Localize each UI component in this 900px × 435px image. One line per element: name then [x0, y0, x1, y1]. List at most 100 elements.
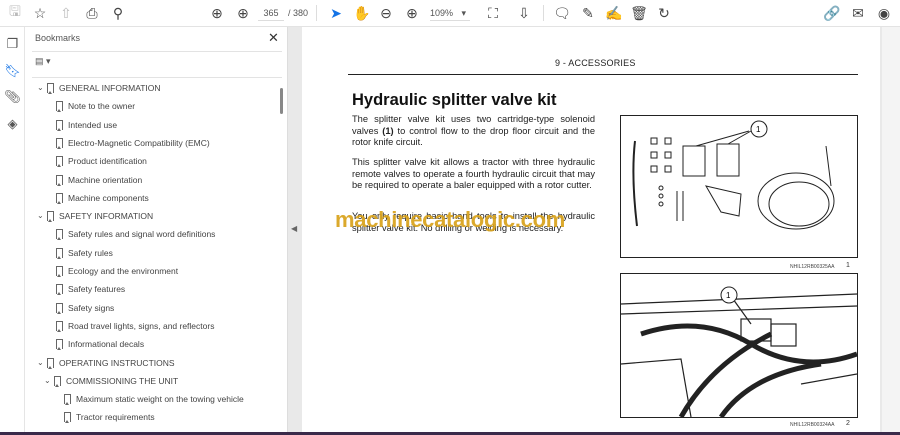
bookmark-icon: [56, 284, 63, 296]
bookmark-label: SAFETY INFORMATION: [59, 211, 154, 222]
bookmark-icon: [56, 320, 63, 332]
bookmark-label: COMMISSIONING THE UNIT: [66, 375, 179, 386]
toolbar: 🖫 ☆ ⇧ ⎙ ⚲ ⊕ ⊕ 365 / 380 ➤ ✋ ⊖ ⊕ 109% ▾ ⛶…: [0, 0, 900, 27]
sign-icon[interactable]: ✍: [604, 4, 624, 22]
chevron-down-icon[interactable]: ⌄: [37, 80, 44, 96]
divider: [32, 51, 282, 52]
bookmark-label: Safety features: [68, 284, 126, 295]
bookmark-label: GENERAL INFORMATION: [59, 83, 161, 93]
bookmark-icon: [47, 357, 54, 369]
document-scrollbar[interactable]: [882, 27, 900, 432]
callout-label: 1: [756, 125, 761, 134]
bookmark-label: Product identification: [68, 156, 147, 167]
bookmark-icon: [56, 137, 63, 149]
panel-title: Bookmarks: [35, 33, 81, 43]
divider: [32, 77, 282, 78]
share-link-icon[interactable]: 🔗: [822, 4, 842, 22]
figure-code: NHIL12RB00325AA: [790, 264, 835, 270]
bookmark-label: Electro-Magnetic Compatibility (EMC): [68, 137, 210, 148]
section-header: 9 - ACCESSORIES: [555, 58, 636, 68]
rotate-icon[interactable]: ↻: [654, 4, 674, 22]
scroll-mode-icon[interactable]: ⇩: [514, 4, 534, 22]
figure-2: 1: [620, 273, 858, 419]
bookmark-icon[interactable]: 🔖︎: [4, 63, 21, 80]
bookmark-icon: [56, 101, 63, 113]
account-icon[interactable]: ◉: [874, 4, 894, 22]
callout-ref: (1): [382, 125, 394, 136]
email-icon[interactable]: ✉: [848, 4, 868, 22]
close-icon[interactable]: ✕: [268, 30, 279, 46]
divider: [543, 5, 544, 21]
save-icon[interactable]: 🖫: [5, 3, 25, 22]
valve-kit-illustration: 1: [632, 120, 835, 230]
paragraph-2: This splitter valve kit allows a tractor…: [352, 157, 595, 190]
attachment-icon[interactable]: 📎︎: [4, 89, 21, 106]
bookmark-options-button[interactable]: ▤ ▾: [35, 56, 51, 67]
zoom-value: 109%: [430, 8, 454, 18]
comment-icon[interactable]: 🗨: [552, 4, 572, 22]
layers-icon[interactable]: ◈: [4, 116, 21, 133]
bookmark-icon: [56, 266, 63, 277]
bookmark-label: OPERATING INSTRUCTIONS: [59, 357, 175, 368]
bookmark-icon: [64, 412, 71, 424]
hand-icon[interactable]: ✋: [352, 4, 372, 22]
bookmark-label: Road travel lights, signs, and reflector…: [68, 320, 215, 331]
bookmark-label: Maximum static weight on the towing vehi…: [76, 394, 244, 405]
bookmark-label: Machine components: [68, 192, 149, 203]
zoom-select[interactable]: 109% ▾: [430, 5, 470, 21]
bookmarks-scrollbar[interactable]: [280, 88, 283, 114]
left-rail: ❐ 🔖︎ 📎︎ ◈: [0, 27, 25, 435]
bookmark-label: Intended use: [68, 119, 118, 130]
bookmark-label: Tractor requirements: [76, 412, 155, 423]
watermark: machinecatalogic.com: [335, 207, 565, 232]
figure-code: NHIL12RB00324AA: [790, 422, 835, 428]
bookmark-label: Machine orientation: [68, 174, 143, 185]
star-icon[interactable]: ☆: [30, 4, 50, 22]
page-title: Hydraulic splitter valve kit: [352, 91, 557, 109]
bookmark-icon: [56, 174, 63, 186]
bookmark-icon: [47, 83, 54, 94]
prev-page-icon[interactable]: ⊕: [207, 4, 227, 22]
page-total: / 380: [288, 8, 309, 18]
chevron-down-icon[interactable]: ⌄: [44, 373, 51, 389]
collapse-panel-icon[interactable]: ◀: [291, 224, 297, 233]
divider: [316, 5, 317, 21]
bookmark-icon: [56, 302, 63, 314]
bookmark-label: Safety rules and signal word definitions: [68, 229, 216, 240]
valve-installation-illustration: 1: [620, 286, 858, 419]
print-icon[interactable]: ⎙: [82, 4, 102, 22]
figure-number: 1: [846, 262, 850, 269]
bookmark-icon: [56, 192, 63, 204]
pages-icon[interactable]: ❐: [4, 36, 21, 53]
zoom-in-icon[interactable]: ⊕: [402, 4, 422, 22]
chevron-down-icon[interactable]: ⌄: [37, 355, 44, 371]
bookmark-label: Ecology and the environment: [68, 266, 179, 276]
figure-number: 2: [846, 420, 850, 427]
bookmark-label: Safety signs: [68, 302, 115, 313]
paragraph-1: The splitter valve kit uses two cartridg…: [352, 114, 595, 149]
cloud-upload-icon[interactable]: ⇧: [56, 4, 76, 22]
chevron-down-icon[interactable]: ⌄: [37, 208, 44, 224]
figure-1: 1: [620, 115, 858, 258]
header-rule: [348, 74, 858, 75]
bookmark-icon: [56, 119, 63, 131]
page-fit-icon[interactable]: ⛶: [483, 4, 503, 22]
bookmark-label: Safety rules: [68, 247, 113, 258]
bookmark-label: Note to the owner: [68, 101, 136, 112]
pen-icon[interactable]: ✎: [578, 4, 598, 22]
delete-icon[interactable]: 🗑: [629, 4, 649, 22]
bookmark-icon: [56, 339, 63, 351]
bookmarks-panel: Bookmarks ✕ ▤ ▾ ⌄ GENERAL INFORMATION Note…: [25, 27, 288, 432]
bookmark-icon: [64, 394, 71, 406]
bookmark-label: Informational decals: [68, 339, 145, 350]
search-icon[interactable]: ⚲: [108, 4, 128, 22]
bookmark-icon: [56, 156, 63, 168]
callout-label: 1: [726, 291, 731, 300]
select-cursor-icon[interactable]: ➤: [326, 4, 346, 22]
bookmark-icon: [56, 229, 63, 241]
page-number-input[interactable]: 365: [258, 5, 284, 21]
zoom-out-icon[interactable]: ⊖: [376, 4, 396, 22]
bookmark-icon: [56, 247, 63, 259]
next-page-icon[interactable]: ⊕: [233, 4, 253, 22]
bookmark-icon: [47, 211, 54, 223]
